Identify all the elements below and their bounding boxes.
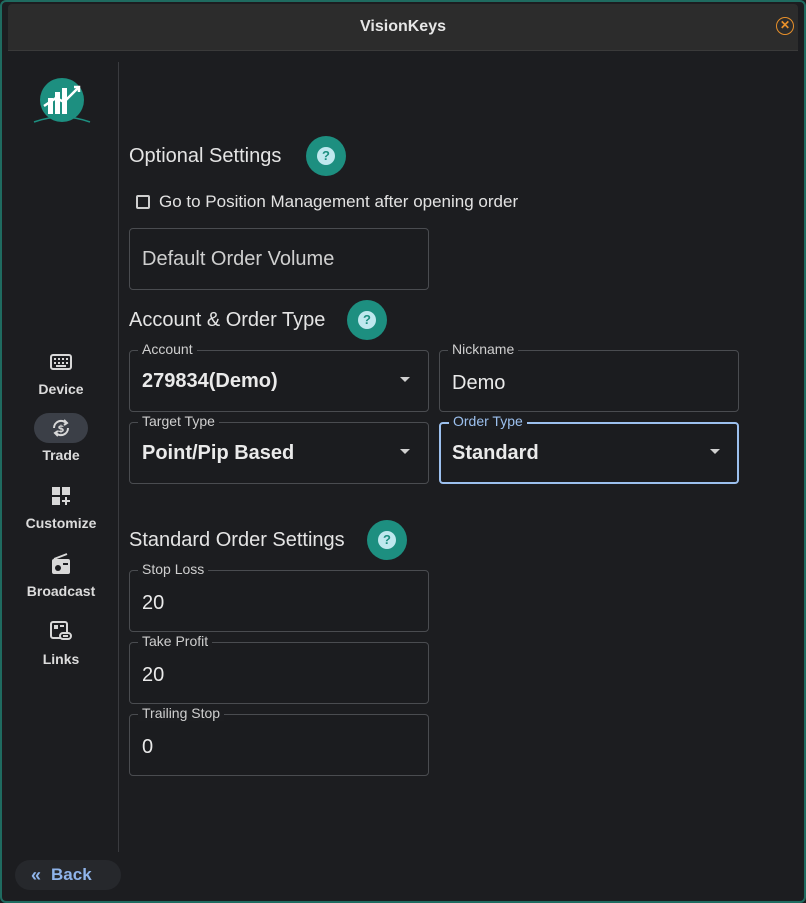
- take-profit-value: 20: [142, 664, 165, 686]
- nickname-field[interactable]: Nickname Demo: [439, 341, 739, 412]
- account-order-title: Account & Order Type: [129, 309, 326, 331]
- order-type-label: Order Type: [449, 413, 527, 429]
- radio-icon: [34, 549, 88, 579]
- dropdown-caret-icon: [400, 377, 410, 382]
- sidebar-item-label: Links: [42, 651, 80, 667]
- help-icon: ?: [358, 311, 376, 329]
- sidebar-item-label: Trade: [42, 447, 80, 463]
- app-window: VisionKeys ✕ Device $ Trade Customize Br…: [0, 0, 806, 903]
- optional-help-button[interactable]: ?: [306, 136, 346, 176]
- sidebar-item-label: Broadcast: [26, 583, 96, 599]
- order-type-value: Standard: [452, 442, 539, 464]
- default-order-volume-field[interactable]: Default Order Volume: [129, 228, 429, 290]
- keyboard-icon: [34, 347, 88, 377]
- app-logo: [33, 78, 91, 123]
- title-bar: VisionKeys ✕: [8, 4, 798, 51]
- dropdown-caret-icon: [710, 449, 720, 454]
- svg-text:$: $: [58, 424, 65, 435]
- trailing-stop-label: Trailing Stop: [138, 705, 225, 721]
- checkbox-label: Go to Position Management after opening …: [159, 192, 519, 211]
- sidebar-item-trade[interactable]: $ Trade: [14, 413, 108, 473]
- sync-dollar-icon: $: [34, 413, 88, 443]
- account-value: 279834(Demo): [142, 370, 278, 392]
- back-label: Back: [51, 865, 92, 884]
- account-help-button[interactable]: ?: [347, 300, 387, 340]
- nickname-value: Demo: [452, 372, 506, 394]
- target-type-label: Target Type: [138, 413, 219, 429]
- sidebar-item-label: Device: [38, 381, 84, 397]
- order-type-select[interactable]: Order Type Standard: [439, 413, 739, 484]
- sidebar-item-label: Customize: [25, 515, 97, 531]
- target-type-select[interactable]: Target Type Point/Pip Based: [129, 413, 429, 484]
- help-icon: ?: [317, 147, 335, 165]
- sidebar-item-links[interactable]: Links: [14, 617, 108, 677]
- back-button[interactable]: « Back: [15, 860, 121, 890]
- default-order-volume-placeholder: Default Order Volume: [142, 248, 335, 270]
- help-icon: ?: [378, 531, 396, 549]
- link-card-icon: [34, 617, 88, 647]
- dashboard-add-icon: [34, 481, 88, 511]
- nickname-label: Nickname: [448, 341, 519, 357]
- sidebar-item-broadcast[interactable]: Broadcast: [14, 549, 108, 609]
- trailing-stop-field[interactable]: Trailing Stop 0: [129, 705, 429, 776]
- window-title: VisionKeys: [360, 18, 446, 35]
- take-profit-label: Take Profit: [138, 633, 213, 649]
- sidebar-item-device[interactable]: Device: [14, 347, 108, 407]
- stop-loss-value: 20: [142, 592, 165, 614]
- sidebar-divider: [118, 62, 119, 852]
- target-type-value: Point/Pip Based: [142, 442, 295, 464]
- position-management-option[interactable]: Go to Position Management after opening …: [136, 192, 518, 212]
- standard-order-title: Standard Order Settings: [129, 529, 345, 551]
- trailing-stop-value: 0: [142, 736, 154, 758]
- take-profit-field[interactable]: Take Profit 20: [129, 633, 429, 704]
- sidebar-item-customize[interactable]: Customize: [14, 481, 108, 541]
- position-management-checkbox[interactable]: [136, 195, 150, 209]
- double-chevron-left-icon: «: [31, 864, 42, 885]
- account-select[interactable]: Account 279834(Demo): [129, 341, 429, 412]
- close-icon[interactable]: ✕: [776, 17, 794, 35]
- stop-loss-field[interactable]: Stop Loss 20: [129, 561, 429, 632]
- stop-loss-label: Stop Loss: [138, 561, 209, 577]
- optional-settings-title: Optional Settings: [129, 145, 282, 167]
- standard-help-button[interactable]: ?: [367, 520, 407, 560]
- dropdown-caret-icon: [400, 449, 410, 454]
- account-label: Account: [138, 341, 197, 357]
